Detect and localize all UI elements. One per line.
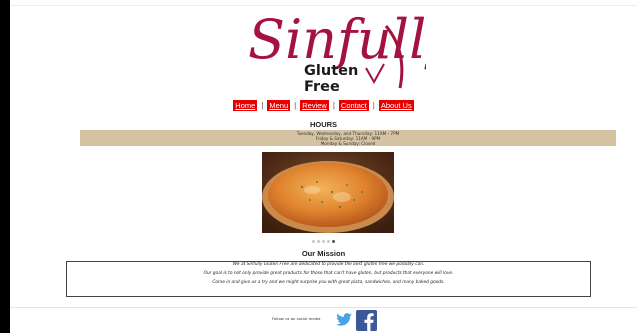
slide-indicators	[10, 237, 637, 243]
main-nav: Home | Menu | Review | Contact | About Us	[10, 100, 637, 111]
hours-heading: HOURS	[309, 120, 338, 129]
nav-separator: |	[294, 101, 297, 110]
slide-dot-active[interactable]	[332, 240, 335, 243]
facebook-icon[interactable]	[356, 310, 377, 331]
nav-separator: |	[332, 101, 335, 110]
nav-home-link[interactable]: Home	[233, 100, 258, 111]
left-edge-bar	[0, 0, 10, 333]
page-content: Sinfully Gluten Free Home|Menu|Review|Co…	[10, 0, 637, 333]
nav-contact-link[interactable]: Contact	[338, 100, 369, 111]
logo-subtitle: Gluten Free	[304, 63, 359, 95]
slide-dot[interactable]	[317, 240, 320, 243]
slide-dot[interactable]	[312, 240, 315, 243]
mission-line: Our goal is to not only provide great pr…	[203, 271, 454, 276]
nav-menu-link[interactable]: Menu	[267, 100, 291, 111]
twitter-icon[interactable]	[336, 313, 352, 326]
slide-dot[interactable]	[327, 240, 330, 243]
hours-line: Monday & Sunday: Closed	[320, 141, 376, 146]
site-logo[interactable]: Sinfully Gluten Free	[246, 8, 426, 95]
mission-line: We at Sinfully Gluten Free are dedicated…	[232, 262, 425, 267]
hours-box: Tuesday, Wednesday, and Thursday: 11AM -…	[80, 130, 616, 146]
mission-box: We at Sinfully Gluten Free are dedicated…	[66, 261, 591, 297]
nav-about-link[interactable]: About Us	[378, 100, 414, 111]
nav-review-link[interactable]: Review	[300, 100, 329, 111]
logo-script-text: Sinfully	[248, 8, 426, 71]
footer-divider	[10, 307, 637, 308]
mission-heading: Our Mission	[301, 249, 346, 258]
nav-separator: |	[261, 101, 264, 110]
nav-separator: |	[372, 101, 375, 110]
social-label: Follow us on social media	[272, 316, 321, 321]
mission-line: Come in and give us a try and we might s…	[212, 280, 445, 285]
pizza-photo-icon	[262, 152, 394, 233]
slide-dot[interactable]	[322, 240, 325, 243]
slideshow-image[interactable]	[262, 152, 394, 233]
